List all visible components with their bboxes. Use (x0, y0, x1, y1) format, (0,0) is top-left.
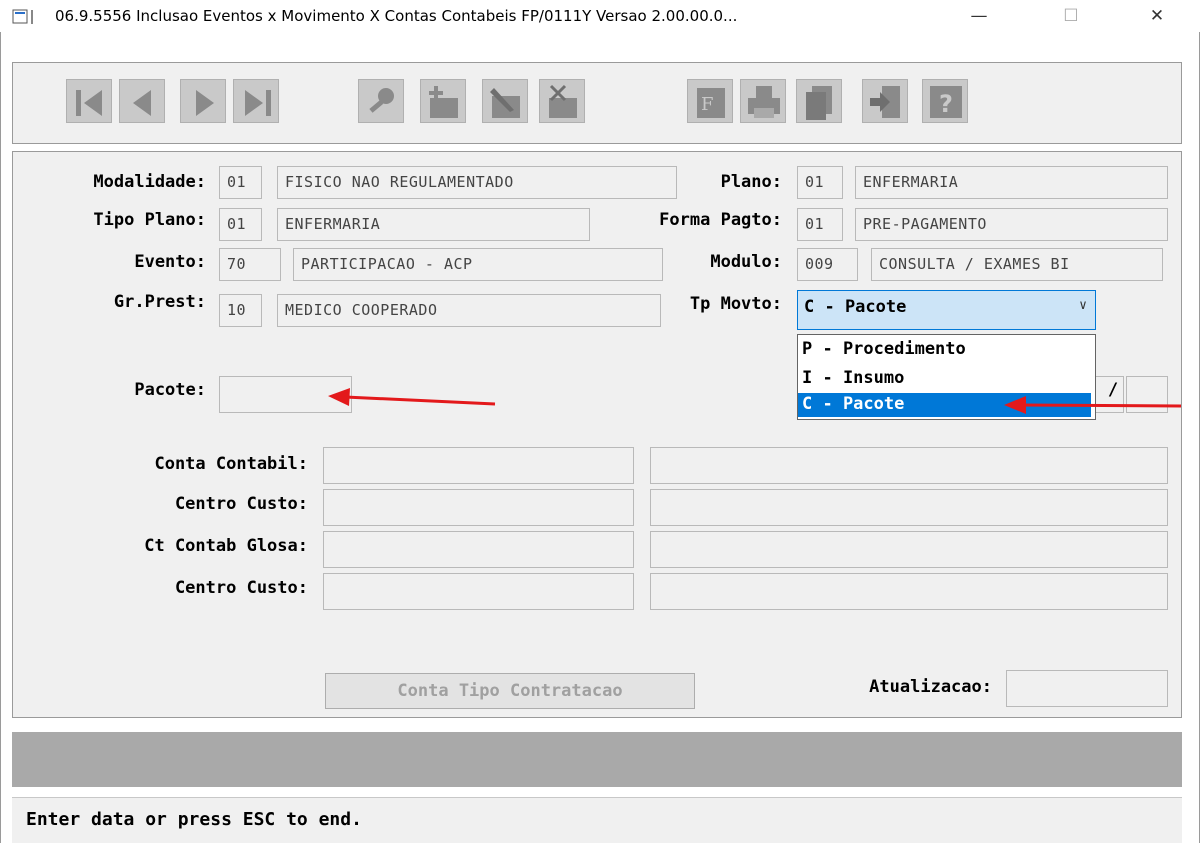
forma-pagto-label: Forma Pagto: (659, 210, 782, 230)
conta-contabil-code-field[interactable] (323, 447, 634, 484)
annotation-arrow-option (1004, 396, 1182, 414)
svg-text:?: ? (939, 90, 953, 118)
conta-contabil-desc-field (650, 447, 1168, 484)
tp-movto-selected-value: C - Pacote (804, 297, 907, 317)
atualizacao-label: Atualizacao: (869, 677, 992, 697)
evento-code-field[interactable]: 70 (219, 248, 281, 281)
first-record-icon (76, 90, 102, 116)
tp-movto-label: Tp Movto: (689, 294, 782, 314)
previous-record-button[interactable] (119, 79, 165, 123)
centro-custo-glosa-desc-field (650, 573, 1168, 610)
modalidade-code-field[interactable]: 01 (219, 166, 262, 199)
centro-custo-label: Centro Custo: (174, 494, 308, 514)
edit-icon (490, 88, 520, 118)
status-bar: Enter data or press ESC to end. (12, 797, 1182, 843)
title-bar: 06.9.5556 Inclusao Eventos x Movimento X… (0, 0, 1200, 32)
tipo-plano-desc-field: ENFERMARIA (277, 208, 590, 241)
status-message: Enter data or press ESC to end. (26, 809, 362, 830)
tipo-plano-code-field[interactable]: 01 (219, 208, 262, 241)
tp-movto-select[interactable]: C - Pacote ∨ (797, 290, 1096, 330)
search-button[interactable] (358, 79, 404, 123)
message-bar (12, 732, 1182, 787)
maximize-button[interactable]: ☐ (1048, 0, 1094, 32)
copy-button[interactable] (796, 79, 842, 123)
modalidade-desc-field: FISICO NAO REGULAMENTADO (277, 166, 677, 199)
option-procedimento[interactable]: P - Procedimento (798, 338, 1091, 362)
minimize-button[interactable]: — (956, 0, 1002, 32)
modulo-label: Modulo: (710, 252, 782, 272)
last-record-icon (245, 90, 271, 116)
evento-desc-field: PARTICIPACAO - ACP (293, 248, 663, 281)
centro-custo-desc-field (650, 489, 1168, 526)
plano-code-field[interactable]: 01 (797, 166, 843, 199)
tipo-plano-label: Tipo Plano: (93, 210, 206, 230)
forma-pagto-code-field[interactable]: 01 (797, 208, 843, 241)
svg-text:F: F (701, 94, 714, 115)
ct-contab-glosa-label: Ct Contab Glosa: (144, 536, 308, 556)
search-key-icon (369, 88, 394, 113)
next-icon (196, 90, 214, 116)
add-icon (429, 86, 458, 118)
plano-desc-field: ENFERMARIA (855, 166, 1168, 199)
close-button[interactable]: ✕ (1134, 0, 1180, 32)
filter-icon: F (697, 88, 725, 118)
exit-button[interactable] (862, 79, 908, 123)
add-button[interactable] (420, 79, 466, 123)
copy-icon (806, 86, 832, 120)
last-record-button[interactable] (233, 79, 279, 123)
modulo-desc-field: CONSULTA / EXAMES BI (871, 248, 1163, 281)
delete-button[interactable] (539, 79, 585, 123)
delete-icon (549, 84, 577, 118)
edit-button[interactable] (482, 79, 528, 123)
help-button[interactable]: ? (922, 79, 968, 123)
previous-icon (133, 90, 151, 116)
centro-custo-glosa-code-field[interactable] (323, 573, 634, 610)
window-title: 06.9.5556 Inclusao Eventos x Movimento X… (55, 7, 738, 25)
atualizacao-field (1006, 670, 1168, 707)
printer-icon (748, 86, 780, 118)
forma-pagto-desc-field: PRE-PAGAMENTO (855, 208, 1168, 241)
print-button[interactable] (740, 79, 786, 123)
app-icon (12, 9, 33, 24)
gr-prest-desc-field: MEDICO COOPERADO (277, 294, 661, 327)
gr-prest-code-field[interactable]: 10 (219, 294, 262, 327)
evento-label: Evento: (134, 252, 206, 272)
centro-custo-code-field[interactable] (323, 489, 634, 526)
annotation-arrow-pacote (328, 388, 496, 406)
next-record-button[interactable] (180, 79, 226, 123)
chevron-down-icon: ∨ (1079, 298, 1087, 313)
modalidade-label: Modalidade: (93, 172, 206, 192)
conta-contabil-label: Conta Contabil: (154, 454, 308, 474)
first-record-button[interactable] (66, 79, 112, 123)
conta-tipo-contratacao-button[interactable]: Conta Tipo Contratacao (325, 673, 695, 709)
filter-button[interactable]: F (687, 79, 733, 123)
pacote-label: Pacote: (134, 380, 206, 400)
ct-contab-glosa-code-field[interactable] (323, 531, 634, 568)
gr-prest-label: Gr.Prest: (113, 292, 206, 312)
help-icon: ? (930, 86, 962, 118)
plano-label: Plano: (720, 172, 782, 192)
centro-custo-glosa-label: Centro Custo: (174, 578, 308, 598)
exit-door-icon (870, 86, 900, 118)
ct-contab-glosa-desc-field (650, 531, 1168, 568)
modulo-code-field[interactable]: 009 (797, 248, 858, 281)
